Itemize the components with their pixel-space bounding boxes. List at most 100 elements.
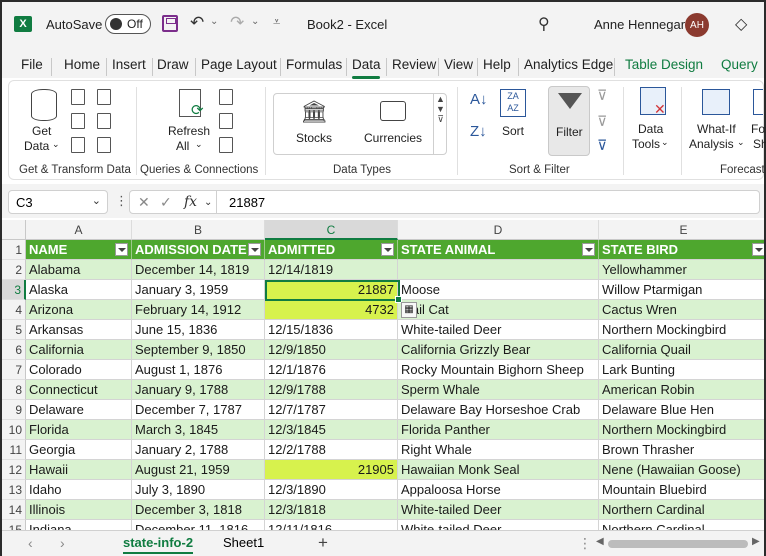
more-options-icon[interactable]: ⋮ [115,193,128,209]
table-cell[interactable]: White-tailed Deer [398,520,599,530]
table-cell[interactable]: August 1, 1876 [132,360,265,380]
table-cell[interactable]: Delaware Blue Hen [599,400,764,420]
table-cell[interactable]: White-tailed Deer [398,500,599,520]
table-cell[interactable]: 21905 [265,460,398,480]
cancel-icon[interactable]: ✕ [138,194,150,211]
formula-input[interactable]: 21887 [217,190,760,214]
table-cell[interactable]: Alabama [26,260,132,280]
row-header[interactable]: 10 [2,420,26,440]
table-cell[interactable]: Yellowhammer [599,260,764,280]
table-cell[interactable]: February 14, 1912 [132,300,265,320]
table-cell[interactable]: American Robin [599,380,764,400]
row-header[interactable]: 5 [2,320,26,340]
table-cell[interactable]: Nene (Hawaiian Goose) [599,460,764,480]
select-all-corner[interactable] [2,220,26,240]
table-cell[interactable]: Hawaiian Monk Seal [398,460,599,480]
tab-draw[interactable]: Draw [157,57,189,72]
table-cell[interactable]: September 9, 1850 [132,340,265,360]
table-header-cell[interactable]: STATE ANIMAL [398,240,599,260]
table-cell[interactable]: 4732 [265,300,398,320]
table-cell[interactable]: Rocky Mountain Bighorn Sheep [398,360,599,380]
filter-dropdown-icon[interactable] [248,243,261,256]
insert-function-icon[interactable]: fx [184,194,197,210]
table-cell[interactable]: White-tailed Deer [398,320,599,340]
tab-table-design[interactable]: Table Design [625,57,703,72]
sort-za-icon[interactable]: Z↓ [470,123,487,140]
name-box[interactable]: C3 ⌄ [8,190,108,214]
filter-dropdown-icon[interactable] [381,243,394,256]
redo-dropdown-icon[interactable]: ⌄ [251,16,259,27]
table-header-cell[interactable]: STATE BIRD [599,240,764,260]
table-cell[interactable]: California [26,340,132,360]
filter-dropdown-icon[interactable] [582,243,595,256]
row-header[interactable]: 12 [2,460,26,480]
customize-toolbar-icon[interactable]: ⩡ [273,14,280,30]
column-header-d[interactable]: D [398,220,599,240]
table-cell[interactable]: 12/3/1845 [265,420,398,440]
table-cell[interactable]: 21887 [265,280,398,300]
table-cell[interactable]: 12/2/1788 [265,440,398,460]
table-cell[interactable]: 12/14/1819 [265,260,398,280]
previous-sheet-icon[interactable]: ‹ [28,535,33,551]
table-cell[interactable]: Delaware [26,400,132,420]
recent-sources-icon[interactable] [97,113,111,129]
table-cell[interactable]: Northern Cardinal [599,500,764,520]
row-header[interactable]: 13 [2,480,26,500]
properties-icon[interactable] [219,113,233,129]
table-cell[interactable]: Alaska [26,280,132,300]
tab-view[interactable]: View [444,57,473,72]
column-header-a[interactable]: A [26,220,132,240]
table-cell[interactable]: January 2, 1788 [132,440,265,460]
table-cell[interactable]: Cactus Wren [599,300,764,320]
tab-review[interactable]: Review [392,57,436,72]
tab-page-layout[interactable]: Page Layout [201,57,277,72]
filter-dropdown-icon[interactable] [752,243,764,256]
advanced-filter-icon[interactable]: ⊽ [597,137,607,154]
row-header[interactable]: 1 [2,240,26,260]
from-table-icon[interactable] [71,137,85,153]
row-header[interactable]: 4 [2,300,26,320]
table-cell[interactable]: March 3, 1845 [132,420,265,440]
tab-query[interactable]: Query [721,57,758,72]
table-cell[interactable]: Arkansas [26,320,132,340]
table-cell[interactable]: Sperm Whale [398,380,599,400]
sort-az-icon[interactable]: A↓ [470,91,488,108]
tab-file[interactable]: File [21,57,43,72]
undo-dropdown-icon[interactable]: ⌄ [210,16,218,27]
add-sheet-icon[interactable]: + [318,533,328,553]
row-header[interactable]: 2 [2,260,26,280]
table-cell[interactable]: December 14, 1819 [132,260,265,280]
table-cell[interactable]: California Quail [599,340,764,360]
table-cell[interactable]: Right Whale [398,440,599,460]
table-cell[interactable]: Georgia [26,440,132,460]
from-web-icon[interactable] [71,113,85,129]
column-header-c[interactable]: C [265,220,398,240]
from-picture-icon[interactable] [97,89,111,105]
horizontal-scrollbar[interactable] [608,540,748,548]
sheet-tab-state-info-2[interactable]: state-info-2 [123,535,194,554]
undo-icon[interactable]: ↶ [190,13,204,33]
table-cell[interactable]: 12/3/1818 [265,500,398,520]
chevron-down-icon[interactable]: ⌄ [204,197,212,208]
table-cell[interactable]: 12/3/1890 [265,480,398,500]
row-header[interactable]: 11 [2,440,26,460]
row-header[interactable]: 14 [2,500,26,520]
confirm-icon[interactable]: ✓ [160,194,172,211]
scroll-right-icon[interactable]: ▶ [752,536,760,547]
existing-connections-icon[interactable] [97,137,111,153]
table-cell[interactable] [398,260,599,280]
scroll-left-icon[interactable]: ◀ [596,536,604,547]
tab-home[interactable]: Home [64,57,100,72]
redo-icon[interactable]: ↷ [230,13,244,33]
column-header-e[interactable]: E [599,220,764,240]
table-cell[interactable]: California Grizzly Bear [398,340,599,360]
tab-data[interactable]: Data [352,57,381,72]
table-cell[interactable]: Illinois [26,500,132,520]
table-cell[interactable]: July 3, 1890 [132,480,265,500]
row-header[interactable]: 3 [2,280,26,300]
table-cell[interactable]: January 3, 1959 [132,280,265,300]
table-cell[interactable]: August 21, 1959 [132,460,265,480]
table-cell[interactable]: Willow Ptarmigan [599,280,764,300]
table-cell[interactable]: Arizona [26,300,132,320]
search-icon[interactable]: ⚲ [538,14,550,34]
